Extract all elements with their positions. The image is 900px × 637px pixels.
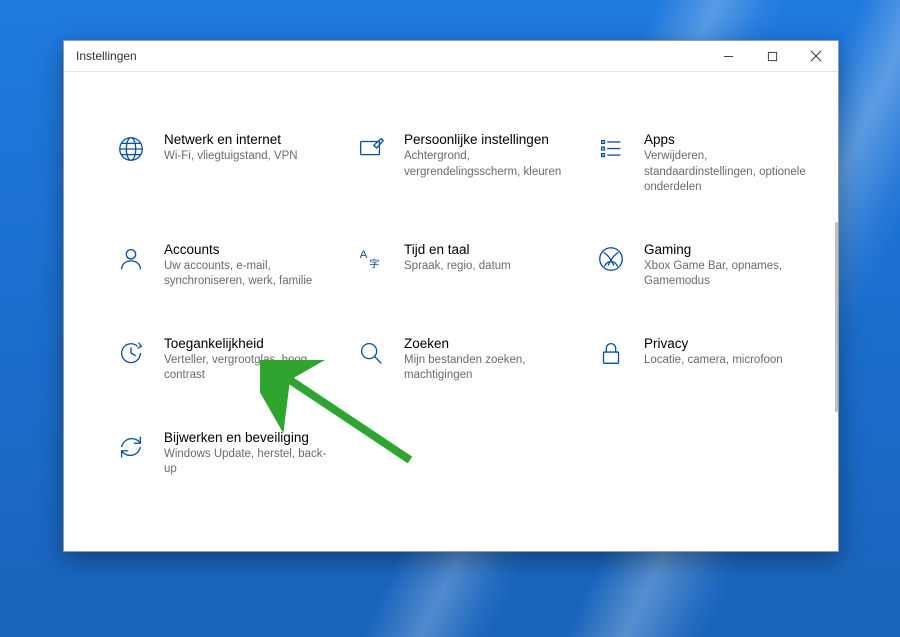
lock-icon: [594, 336, 628, 370]
tile-title: Toegankelijkheid: [164, 336, 334, 351]
tile-title: Zoeken: [404, 336, 574, 351]
settings-content: energie, aan/uit koppelen: [64, 72, 838, 551]
tile-desc: Xbox Game Bar, opnames, Gamemodus: [644, 259, 814, 290]
tile-accounts[interactable]: Accounts Uw accounts, e-mail, synchronis…: [114, 242, 344, 290]
tile-desc: Locatie, camera, microfoon: [644, 353, 783, 369]
scrollbar-thumb[interactable]: [835, 222, 838, 412]
close-button[interactable]: [794, 41, 838, 71]
tile-network[interactable]: Netwerk en internet Wi-Fi, vliegtuigstan…: [114, 132, 344, 196]
tile-title: Gaming: [644, 242, 814, 257]
tile-update-security[interactable]: Bijwerken en beveiliging Windows Update,…: [114, 430, 344, 478]
vertical-scrollbar[interactable]: [832, 72, 838, 551]
tile-title: Tijd en taal: [404, 242, 511, 257]
tile-title: Persoonlijke instellingen: [404, 132, 574, 147]
tile-title: Netwerk en internet: [164, 132, 298, 147]
settings-window: Instellingen energie, aan/uit: [63, 40, 839, 552]
globe-icon: [114, 132, 148, 166]
settings-categories-grid: energie, aan/uit koppelen: [64, 72, 832, 508]
apps-list-icon: [594, 132, 628, 166]
minimize-button[interactable]: [706, 41, 750, 71]
tile-devices[interactable]: [354, 72, 584, 86]
tile-title: Accounts: [164, 242, 334, 257]
tile-phone[interactable]: koppelen: [594, 72, 824, 86]
tile-apps[interactable]: Apps Verwijderen, standaardinstellingen,…: [594, 132, 824, 196]
person-icon: [114, 242, 148, 276]
tile-time-language[interactable]: A字 Tijd en taal Spraak, regio, datum: [354, 242, 584, 290]
tile-desc: Windows Update, herstel, back-up: [164, 447, 334, 478]
paintbrush-icon: [354, 132, 388, 166]
settings-scroll-area[interactable]: energie, aan/uit koppelen: [64, 72, 832, 551]
tile-personalization[interactable]: Persoonlijke instellingen Achtergrond, v…: [354, 132, 584, 196]
window-title: Instellingen: [64, 49, 137, 63]
ease-of-access-icon: [114, 336, 148, 370]
tile-desc: Verteller, vergrootglas, hoog contrast: [164, 353, 334, 384]
tile-desc: Wi-Fi, vliegtuigstand, VPN: [164, 149, 298, 165]
tile-desc: Mijn bestanden zoeken, machtigingen: [404, 353, 574, 384]
tile-title: Apps: [644, 132, 814, 147]
tile-desc: Spraak, regio, datum: [404, 259, 511, 275]
tile-title: Bijwerken en beveiliging: [164, 430, 334, 445]
tile-system[interactable]: energie, aan/uit: [114, 72, 344, 86]
title-bar[interactable]: Instellingen: [64, 41, 838, 72]
tile-gaming[interactable]: Gaming Xbox Game Bar, opnames, Gamemodus: [594, 242, 824, 290]
tile-desc: Uw accounts, e-mail, synchroniseren, wer…: [164, 259, 334, 290]
tile-privacy[interactable]: Privacy Locatie, camera, microfoon: [594, 336, 824, 384]
tile-desc: Verwijderen, standaardinstellingen, opti…: [644, 149, 814, 196]
svg-text:A: A: [360, 249, 368, 261]
tile-search[interactable]: Zoeken Mijn bestanden zoeken, machtiging…: [354, 336, 584, 384]
tile-title: Privacy: [644, 336, 783, 351]
tile-ease-of-access[interactable]: Toegankelijkheid Verteller, vergrootglas…: [114, 336, 344, 384]
sync-icon: [114, 430, 148, 464]
xbox-icon: [594, 242, 628, 276]
tile-desc: Achtergrond, vergrendelingsscherm, kleur…: [404, 149, 574, 180]
display-icon: [114, 72, 148, 86]
maximize-button[interactable]: [750, 41, 794, 71]
time-language-icon: A字: [354, 242, 388, 276]
svg-text:字: 字: [369, 257, 379, 270]
search-icon: [354, 336, 388, 370]
